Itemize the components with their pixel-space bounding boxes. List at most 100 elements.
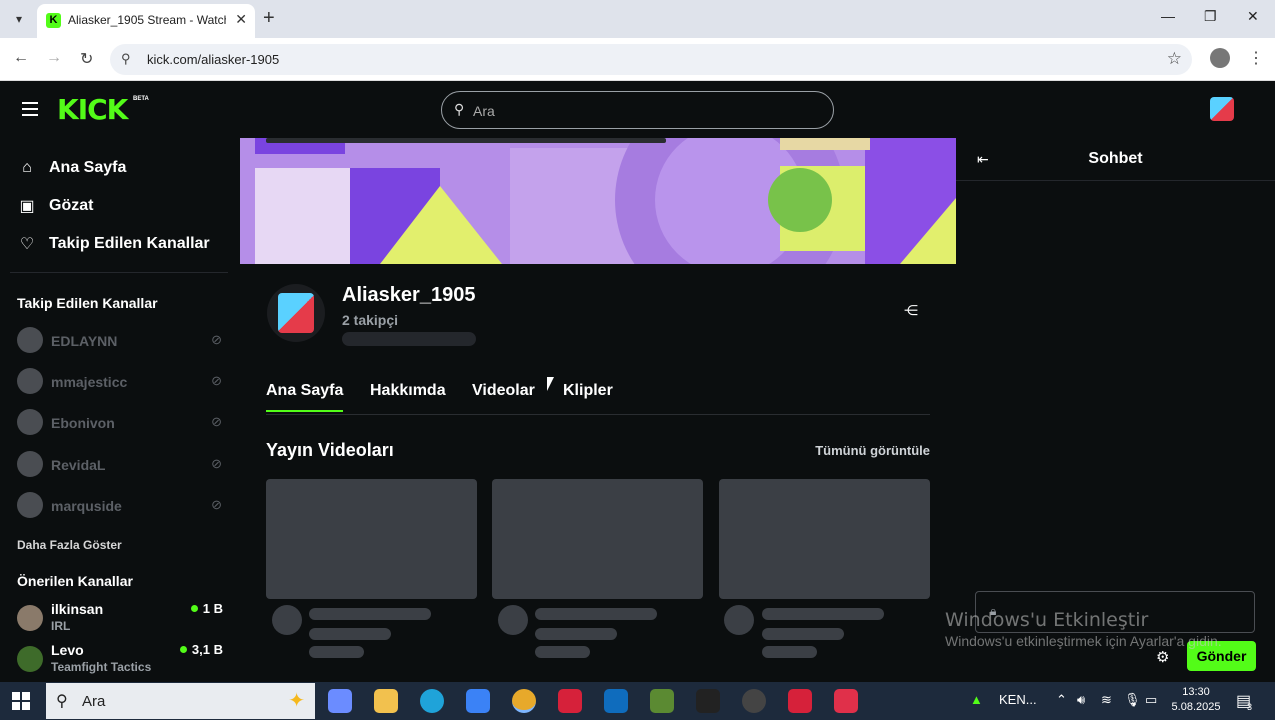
chrome-icon[interactable] [512,689,536,713]
browser-tab-bar: ▾ K Aliasker_1905 Stream - Watch Live on… [0,0,1275,38]
nav-following[interactable]: ♡ Takip Edilen Kanallar [17,232,210,256]
video-card-skeleton[interactable] [492,479,703,599]
epic-games-icon[interactable] [696,689,720,713]
follower-count: 2 takipçi [342,312,399,328]
gear-icon[interactable]: ⚙ [1156,648,1169,666]
tab-search-icon[interactable]: ▾ [8,8,30,30]
microphone-icon[interactable]: 🎙︎ [1124,692,1141,708]
clock-date: 5.08.2025 [1171,701,1221,713]
channel-avatar-image [278,293,314,333]
skeleton-line [762,608,884,620]
recommended-channel-item[interactable]: ilkinsan IRL 1 B [17,601,227,635]
collapse-chat-icon[interactable]: ⇤ [977,151,989,168]
user-avatar[interactable] [1210,97,1234,121]
nav-browse-label: Gözat [49,197,94,214]
bookmark-star-icon[interactable]: ☆ [1167,49,1182,69]
offline-icon: ⊘ [211,373,222,388]
search-icon: ⚲ [56,693,68,710]
url-text[interactable]: kick.com/aliasker-1905 [147,52,279,67]
offline-icon: ⊘ [211,332,222,347]
followed-channel-item[interactable]: marquside ⊘ [17,492,227,518]
tab-about[interactable]: Hakkımda [370,382,446,410]
section-title: Yayın Videoları [266,440,394,460]
reload-icon[interactable]: ↻ [80,49,93,69]
viewer-count: 1 B [190,601,223,616]
copilot-icon[interactable] [328,689,352,713]
channel-name: Levo [51,642,84,658]
site-settings-icon[interactable]: ⚲ [121,51,131,67]
followed-channels-heading: Takip Edilen Kanallar [17,295,158,311]
view-all-link[interactable]: Tümünü görüntüle [815,443,930,458]
video-card-skeleton[interactable] [719,479,930,599]
tab-clips[interactable]: Klipler [563,382,613,410]
nav-browse[interactable]: ▣ Gözat [17,194,93,218]
skeleton-avatar [272,605,302,635]
channel-name-heading: Aliasker_1905 [342,284,476,306]
channel-category: Teamfight Tactics [51,660,152,674]
new-tab-icon[interactable]: + [263,7,275,29]
recommended-channel-item[interactable]: Levo Teamfight Tactics 3,1 B [17,642,227,676]
followed-channel-item[interactable]: Ebonivon ⊘ [17,409,227,435]
search-box[interactable]: ⚲ [441,91,834,129]
close-window-icon[interactable]: ✕ [1247,8,1259,25]
app-icon[interactable] [742,689,766,713]
display-icon[interactable]: ▭ [1145,692,1157,708]
store-icon[interactable] [466,689,490,713]
sidebar-divider [10,272,228,273]
skeleton-avatar [498,605,528,635]
avatar [17,605,43,631]
menu-kebab-icon[interactable]: ⋮ [1248,48,1264,68]
followed-channel-item[interactable]: mmajesticc ⊘ [17,368,227,394]
clock-time: 13:30 [1182,686,1210,698]
kick-logo[interactable]: KICK [57,93,128,126]
channel-name: marquside [51,498,122,514]
search-highlight-icon: ✦ [288,690,305,712]
skeleton-line [762,628,844,640]
wifi-icon[interactable]: ≋ [1101,692,1112,708]
followed-channel-item[interactable]: EDLAYNN ⊘ [17,327,227,353]
video-card-skeleton[interactable] [266,479,477,599]
share-icon[interactable]: ⋲ [904,302,918,319]
profile-avatar[interactable] [1210,48,1230,68]
stock-trend-icon[interactable]: ▲ [970,692,983,707]
tray-app-label[interactable]: KEN... [999,692,1037,707]
avatar [17,451,43,477]
tab-close-icon[interactable]: ✕ [235,11,247,28]
clock[interactable]: 13:30 5.08.2025 [1170,685,1222,715]
tab-home[interactable]: Ana Sayfa [266,382,344,412]
browser-tab[interactable]: K Aliasker_1905 Stream - Watch Live on K… [37,4,255,38]
followed-channel-item[interactable]: RevidaL ⊘ [17,451,227,477]
taskbar-search[interactable]: ⚲ Ara ✦ [46,683,315,719]
hamburger-menu-icon[interactable] [22,102,38,116]
watermark-subtitle: Windows'u etkinleştirmek için Ayarlar'a … [945,633,1222,649]
nav-home-label: Ana Sayfa [49,159,127,176]
forward-icon[interactable]: → [46,49,62,67]
omnibox[interactable]: ⚲ kick.com/aliasker-1905 ☆ [110,44,1192,75]
site-header: KICK BETA ⚲ [0,81,1275,138]
skeleton-avatar [724,605,754,635]
nav-home[interactable]: ⌂ Ana Sayfa [17,156,126,180]
sidebar: ⌂ Ana Sayfa ▣ Gözat ♡ Takip Edilen Kanal… [0,138,240,682]
minecraft-icon[interactable] [650,689,674,713]
search-input[interactable] [473,101,803,120]
chevron-up-icon[interactable]: ⌃ [1056,692,1067,708]
start-icon[interactable] [12,692,30,710]
app-icon[interactable] [834,689,858,713]
minimize-icon[interactable]: — [1161,8,1175,24]
volume-icon[interactable]: 🔊︎ [1077,692,1085,708]
outlook-icon[interactable] [604,689,628,713]
restore-icon[interactable]: ❐ [1204,8,1217,25]
app-icon[interactable] [788,689,812,713]
tab-videos[interactable]: Videolar [472,382,535,410]
back-icon[interactable]: ← [13,49,29,67]
channel-avatar[interactable] [267,284,325,342]
show-more-link[interactable]: Daha Fazla Göster [17,538,122,552]
browse-icon: ▣ [19,198,35,215]
skeleton-line [309,628,391,640]
skeleton-line [309,646,364,658]
app-icon[interactable] [558,689,582,713]
file-explorer-icon[interactable] [374,689,398,713]
edge-icon[interactable] [420,689,444,713]
viewer-count-value: 3,1 B [191,642,223,657]
channel-name: Ebonivon [51,415,115,431]
